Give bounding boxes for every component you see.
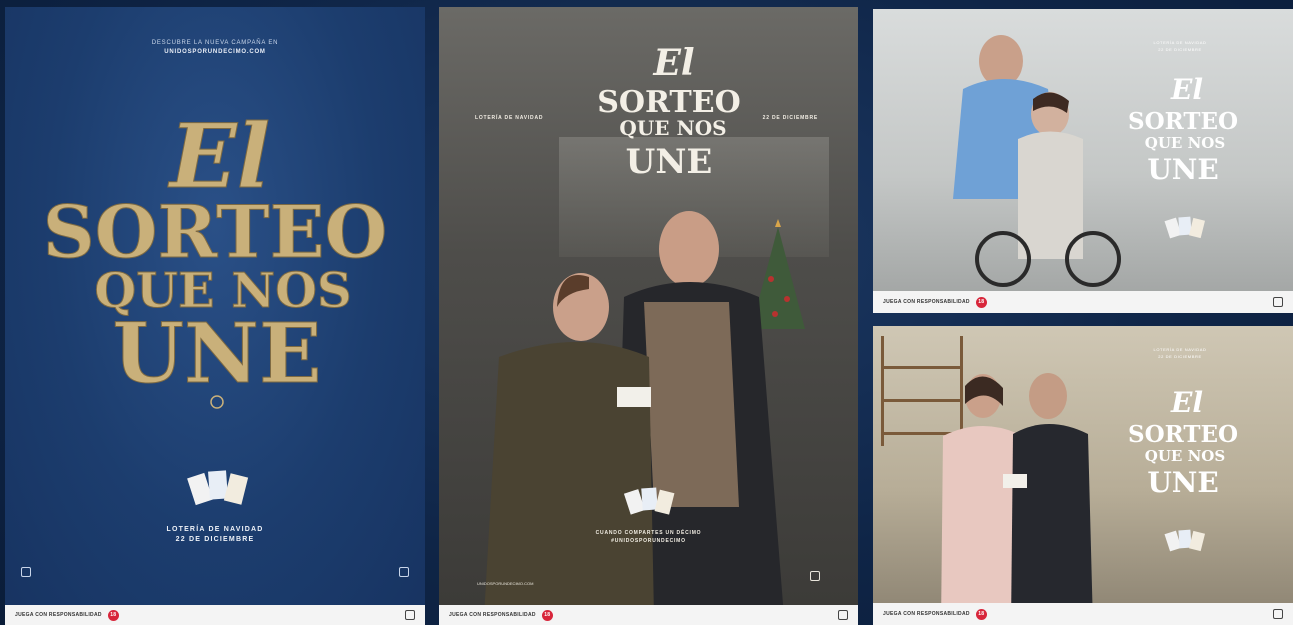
loterias-logo-left xyxy=(21,567,31,577)
title-une: UNE xyxy=(113,306,322,402)
draw-name: LOTERÍA DE NAVIDAD xyxy=(1153,40,1207,45)
title-el: El xyxy=(1170,73,1203,106)
draw-info: LOTERÍA DE NAVIDAD 22 DE DICIEMBRE xyxy=(1135,346,1225,360)
kitchen-couple-photo xyxy=(941,373,1093,625)
draw-date: 22 DE DICIEMBRE xyxy=(1158,47,1202,52)
title-sorteo: SORTEO xyxy=(597,85,741,120)
campaign-title: El SORTEO QUE NOS UNE xyxy=(42,104,388,409)
caption-line: CUANDO COMPARTES UN DÉCIMO xyxy=(595,530,702,536)
loterias-logo-icon xyxy=(21,567,31,577)
poster-kitchen-couple: LOTERÍA DE NAVIDAD 22 DE DICIEMBRE El SO… xyxy=(873,326,1293,625)
intro-line: DESCUBRE LA NUEVA CAMPAÑA EN xyxy=(151,40,279,46)
draw-name: LOTERÍA DE NAVIDAD xyxy=(1153,347,1207,352)
footer-logo xyxy=(405,610,415,620)
draw-info: LOTERÍA DE NAVIDAD 22 DE DICIEMBRE xyxy=(5,525,425,545)
footer-logo xyxy=(1273,297,1283,307)
lottery-tickets-icon xyxy=(1164,216,1205,239)
title-el: El xyxy=(652,42,694,84)
loterias-logo-icon xyxy=(405,610,415,620)
campaign-caption: CUANDO COMPARTES UN DÉCIMO #UNIDOSPORUND… xyxy=(439,529,858,545)
title-une: UNE xyxy=(1147,153,1218,186)
poster-hospital: LOTERÍA DE NAVIDAD 22 DE DICIEMBRE El SO… xyxy=(873,9,1293,313)
campaign-hashtag: #UNIDOSPORUNDECIMO xyxy=(611,538,686,544)
loterias-logo-icon xyxy=(1273,609,1283,619)
loterias-logo-right xyxy=(399,567,409,577)
responsibility-notice: JUEGA CON RESPONSABILIDAD xyxy=(883,299,970,305)
footer-strip: JUEGA CON RESPONSABILIDAD 18 xyxy=(873,603,1293,625)
poster-blue-typographic: DESCUBRE LA NUEVA CAMPAÑA EN UNIDOSPORUN… xyxy=(5,7,425,625)
responsibility-notice: JUEGA CON RESPONSABILIDAD xyxy=(15,612,102,618)
footer-strip: JUEGA CON RESPONSABILIDAD 18 xyxy=(873,291,1293,313)
title-une: UNE xyxy=(626,142,713,182)
loterias-logo-icon xyxy=(1273,297,1283,307)
title-sorteo: SORTEO xyxy=(43,189,387,274)
campaign-url: UNIDOSPORUNDECIMO.COM xyxy=(477,581,534,586)
footer-logo xyxy=(838,610,848,620)
lottery-tickets-icon xyxy=(187,470,249,506)
title-sorteo: SORTEO xyxy=(1128,421,1238,448)
footer-strip: JUEGA CON RESPONSABILIDAD 18 xyxy=(5,605,425,625)
draw-date-label: 22 DE DICIEMBRE xyxy=(762,115,818,121)
lottery-ticket xyxy=(1003,474,1027,488)
title-sorteo: SORTEO xyxy=(1128,108,1238,135)
draw-date: 22 DE DICIEMBRE xyxy=(175,536,255,543)
loterias-logo-icon xyxy=(810,571,820,581)
draw-info: LOTERÍA DE NAVIDAD 22 DE DICIEMBRE xyxy=(1135,39,1225,53)
age-badge: 18 xyxy=(975,608,987,620)
campaign-title: El SORTEO QUE NOS UNE xyxy=(597,42,741,182)
age-badge: 18 xyxy=(107,609,119,621)
title-que-nos: QUE NOS xyxy=(1145,134,1225,152)
age-badge: 18 xyxy=(975,296,987,308)
campaign-url: UNIDOSPORUNDECIMO.COM xyxy=(164,49,266,55)
draw-name: LOTERÍA DE NAVIDAD xyxy=(166,526,264,533)
title-que-nos: QUE NOS xyxy=(619,116,726,140)
title-une: UNE xyxy=(1147,466,1218,499)
poster-intro: DESCUBRE LA NUEVA CAMPAÑA EN UNIDOSPORUN… xyxy=(5,39,425,57)
lottery-tickets-icon xyxy=(623,487,675,515)
draw-date: 22 DE DICIEMBRE xyxy=(1158,354,1202,359)
age-badge: 18 xyxy=(541,609,553,621)
draw-name-label: LOTERÍA DE NAVIDAD xyxy=(475,115,544,121)
lottery-ticket xyxy=(617,387,651,407)
title-el: El xyxy=(1170,386,1203,419)
footer-strip: JUEGA CON RESPONSABILIDAD 18 xyxy=(439,605,858,625)
footer-logo xyxy=(1273,609,1283,619)
loterias-logo xyxy=(810,571,820,581)
responsibility-notice: JUEGA CON RESPONSABILIDAD xyxy=(883,611,970,617)
campaign-title: El SORTEO QUE NOS UNE xyxy=(1128,386,1238,499)
loterias-logo-icon xyxy=(399,567,409,577)
title-que-nos: QUE NOS xyxy=(1145,447,1225,465)
campaign-title: El SORTEO QUE NOS UNE xyxy=(1128,73,1238,186)
loterias-logo-icon xyxy=(838,610,848,620)
couple-photo xyxy=(484,211,784,617)
poster-couple-office: LOTERÍA DE NAVIDAD 22 DE DICIEMBRE El SO… xyxy=(439,7,858,625)
responsibility-notice: JUEGA CON RESPONSABILIDAD xyxy=(449,612,536,618)
lottery-tickets-icon xyxy=(1164,529,1205,552)
